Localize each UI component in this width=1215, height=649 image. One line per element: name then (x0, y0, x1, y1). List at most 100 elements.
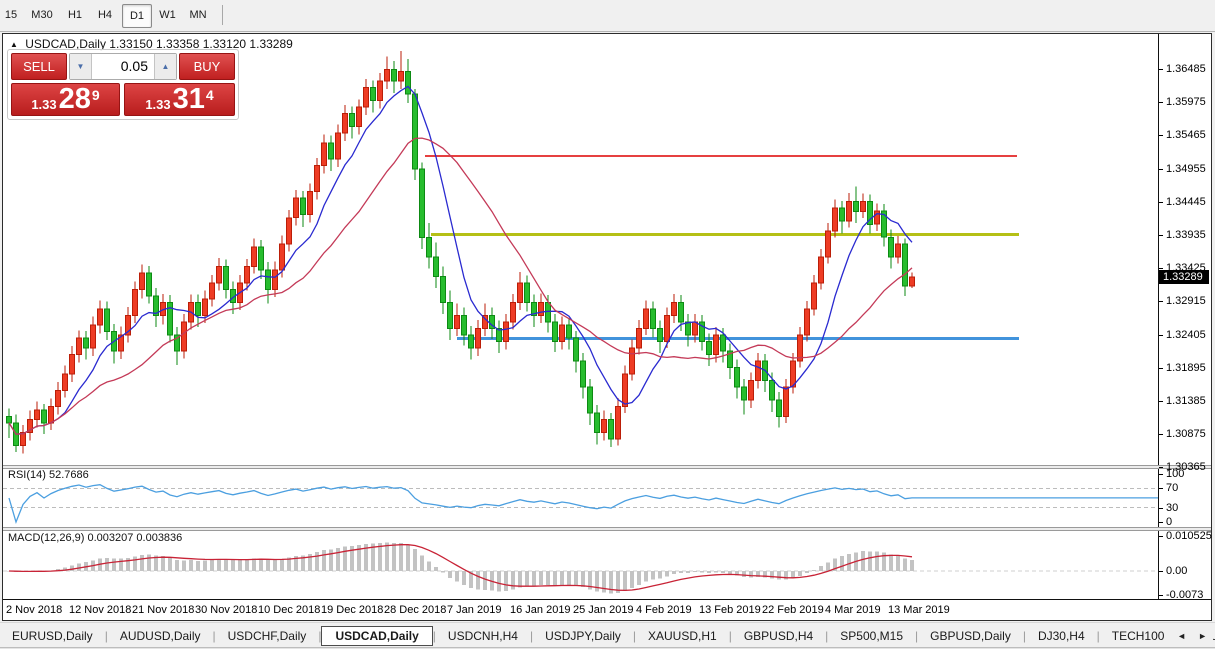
chart-tab-eurusd[interactable]: EURUSD,Daily (0, 626, 105, 646)
rsi-scale-tick: 0 (1166, 516, 1172, 528)
collapse-arrow-icon[interactable]: ▲ (10, 40, 18, 49)
candle (749, 381, 754, 401)
chart-tab-usdchf[interactable]: USDCHF,Daily (216, 626, 319, 646)
date-tick: 16 Jan 2019 (510, 604, 571, 616)
candle (742, 387, 747, 400)
date-tick: 4 Feb 2019 (636, 604, 692, 616)
chart-tab-xauusd[interactable]: XAUUSD,H1 (636, 626, 729, 646)
timeframe-button-mn[interactable]: MN (184, 4, 212, 26)
macd-label: MACD(12,26,9) 0.003207 0.003836 (8, 532, 182, 544)
candle (35, 410, 40, 420)
timeframe-button-m30[interactable]: M30 (26, 4, 58, 26)
mt4-terminal: 15M30H1H4D1W1MN ▲ USDCAD,Daily 1.33150 1… (0, 0, 1215, 649)
pane-divider-rsi[interactable] (3, 465, 1211, 469)
chart-tab-audusd[interactable]: AUDUSD,Daily (108, 626, 213, 646)
candle (210, 283, 215, 299)
candle (385, 69, 390, 81)
chart-tab-usdcad[interactable]: USDCAD,Daily (321, 626, 432, 646)
candle (539, 302, 544, 315)
timeframe-button-h1[interactable]: H1 (62, 4, 88, 26)
sell-price-button[interactable]: 1.33289 (11, 83, 120, 116)
candle (826, 231, 831, 257)
volume-decrease-button[interactable]: ▼ (70, 54, 92, 79)
candle (511, 302, 516, 322)
candle (7, 416, 12, 423)
tab-scroll-left-icon[interactable]: ◄ (1171, 629, 1192, 643)
candle (840, 208, 845, 221)
buy-price-big: 31 (173, 86, 205, 113)
candle (665, 315, 670, 341)
price-axis[interactable]: 1.364851.359751.354651.349551.344451.339… (1159, 34, 1211, 620)
candle (147, 273, 152, 296)
candle (21, 433, 26, 446)
candle (294, 198, 299, 218)
candle (889, 237, 894, 256)
date-tick: 28 Dec 2018 (384, 604, 446, 616)
candle (280, 244, 285, 270)
candle (364, 88, 369, 108)
current-price-badge: 1.33289 (1159, 270, 1209, 284)
buy-price-button[interactable]: 1.33314 (124, 83, 235, 116)
buy-button[interactable]: BUY (179, 53, 235, 80)
chart-tab-gbpusd[interactable]: GBPUSD,H4 (732, 626, 825, 646)
one-click-trading-panel: SELL ▼ 0.05 ▲ BUY 1.33289 (7, 49, 239, 120)
candle (910, 277, 915, 286)
chart-tab-sp500[interactable]: SP500,M15 (828, 626, 915, 646)
chart-tab-gbpusd[interactable]: GBPUSD,Daily (918, 626, 1023, 646)
macd-indicator-pane[interactable]: MACD(12,26,9) 0.003207 0.003836 (3, 531, 1158, 599)
candle (455, 315, 460, 328)
timeframe-button-w1[interactable]: W1 (154, 4, 181, 26)
buy-price-sup: 4 (206, 77, 214, 113)
candle (679, 302, 684, 322)
chart-tab-dj30[interactable]: DJ30,H4 (1026, 626, 1097, 646)
candle (70, 355, 75, 375)
candle (336, 133, 341, 159)
sell-button[interactable]: SELL (11, 53, 67, 80)
candle (182, 322, 187, 351)
chart-tab-usdcnh[interactable]: USDCNH,H4 (436, 626, 530, 646)
tab-scroll-right-icon[interactable]: ► (1192, 629, 1213, 643)
price-chart-pane[interactable]: ▲ USDCAD,Daily 1.33150 1.33358 1.33120 1… (3, 34, 1158, 465)
volume-input[interactable]: 0.05 (92, 54, 154, 79)
candle (609, 420, 614, 440)
date-tick: 30 Nov 2018 (195, 604, 257, 616)
candle (630, 348, 635, 374)
candle (637, 328, 642, 348)
timeframe-button-h4[interactable]: H4 (92, 4, 118, 26)
macd-signal-line (9, 545, 912, 591)
candle (553, 322, 558, 342)
candle (56, 390, 61, 406)
volume-increase-button[interactable]: ▲ (154, 54, 176, 79)
price-tick: 1.32915 (1166, 295, 1206, 307)
rsi-indicator-pane[interactable]: RSI(14) 52.7686 (3, 468, 1158, 527)
chart-tabs: EURUSD,Daily|AUDUSD,Daily|USDCHF,Daily|U… (0, 626, 1215, 646)
price-tick: 1.31385 (1166, 395, 1206, 407)
date-tick: 12 Nov 2018 (69, 604, 131, 616)
candle (350, 114, 355, 127)
timeframe-button-15[interactable]: 15 (0, 4, 22, 26)
rsi-line (9, 485, 1158, 522)
candle (847, 202, 852, 222)
candle (735, 368, 740, 388)
date-tick: 4 Mar 2019 (825, 604, 881, 616)
candle (651, 309, 656, 329)
pane-divider-macd[interactable] (3, 527, 1211, 531)
candle (623, 374, 628, 407)
candle (861, 202, 866, 212)
candle (672, 302, 677, 315)
date-tick: 21 Nov 2018 (132, 604, 194, 616)
candle (770, 381, 775, 401)
chart-tab-usdjpy[interactable]: USDJPY,Daily (533, 626, 633, 646)
candle (63, 374, 68, 390)
date-tick: 13 Mar 2019 (888, 604, 950, 616)
date-tick: 7 Jan 2019 (447, 604, 501, 616)
candle (287, 218, 292, 244)
candle (245, 267, 250, 283)
rsi-label: RSI(14) 52.7686 (8, 469, 89, 481)
candle (784, 387, 789, 416)
time-axis[interactable]: 2 Nov 201812 Nov 201821 Nov 201830 Nov 2… (3, 599, 1211, 620)
timeframe-button-d1[interactable]: D1 (122, 4, 152, 28)
candle (686, 322, 691, 335)
candle (595, 413, 600, 433)
candle (854, 202, 859, 212)
